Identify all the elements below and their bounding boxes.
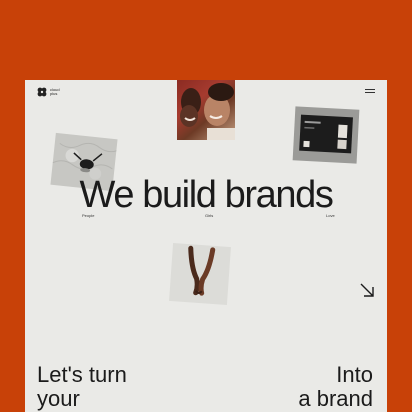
photo-screen-mockup <box>292 106 360 164</box>
hands-illustration <box>188 245 216 296</box>
arrow-down-right-icon[interactable] <box>359 282 375 298</box>
cta-left-text: Let's turn your <box>37 362 127 411</box>
hero-tag: Girls <box>205 213 214 218</box>
photo-hands <box>169 243 231 305</box>
screen-illustration <box>299 114 353 154</box>
hero-headline: We build brands <box>79 174 334 216</box>
logo-mark-icon <box>37 87 47 97</box>
hero-tag: Love <box>326 213 335 218</box>
hamburger-icon <box>365 89 375 90</box>
menu-button[interactable] <box>365 88 375 94</box>
landing-page-panel: cloud plus We build brands People Girls … <box>25 80 387 412</box>
brand-logo[interactable]: cloud plus <box>37 87 64 97</box>
faces-illustration <box>180 83 235 140</box>
cta-right-text: Into a brand <box>298 362 373 411</box>
hero-tag: People <box>82 213 95 218</box>
logo-text: cloud plus <box>50 86 60 96</box>
photo-faces <box>177 80 235 140</box>
